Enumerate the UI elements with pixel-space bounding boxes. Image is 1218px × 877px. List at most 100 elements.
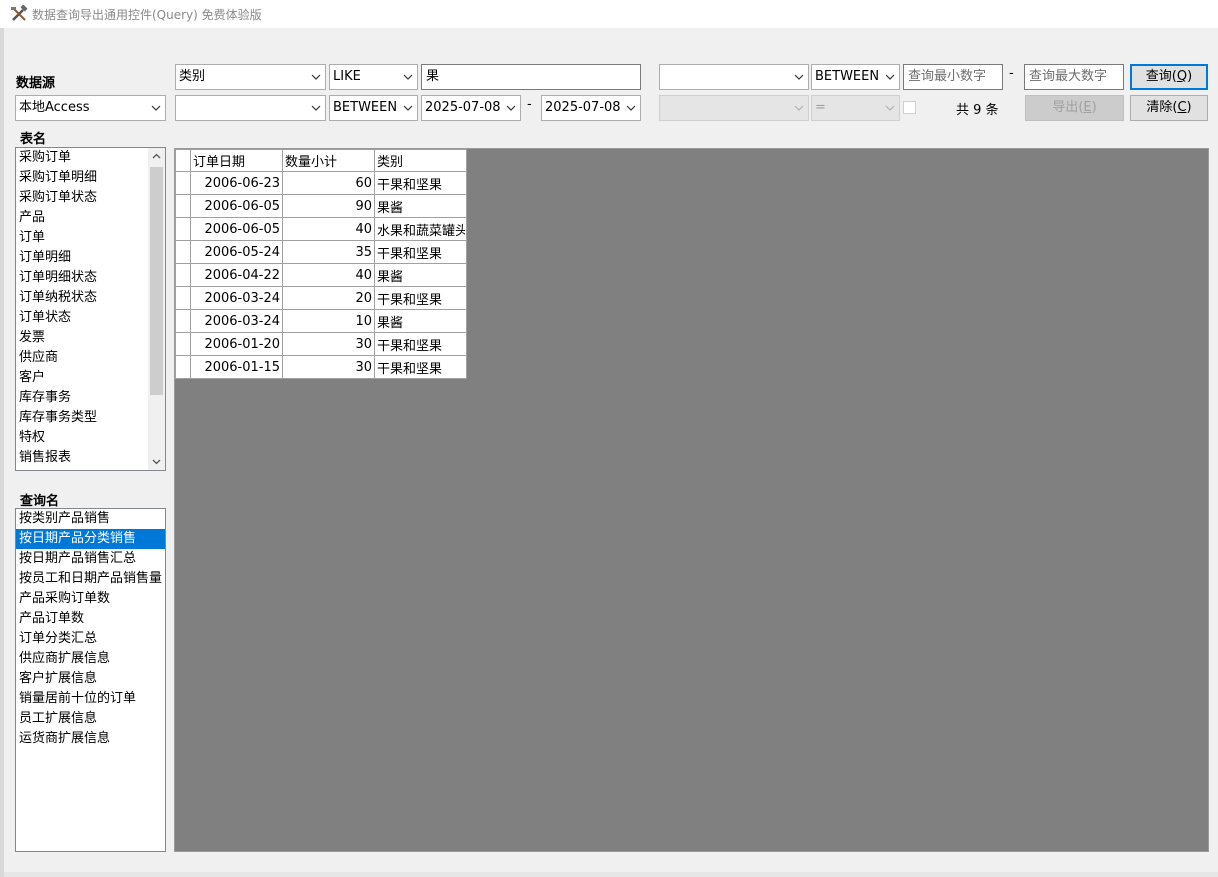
cell-date[interactable]: 2006-01-20: [190, 332, 283, 356]
table-row[interactable]: 2006-01-20 30 干果和坚果: [175, 332, 467, 356]
table-row[interactable]: 2006-06-05 40 水果和蔬菜罐头: [175, 217, 467, 241]
query-list-item[interactable]: 按类别产品销售: [16, 509, 165, 529]
cell-date[interactable]: 2006-06-23: [190, 171, 283, 195]
filter1-operator-select[interactable]: LIKE: [329, 64, 418, 90]
query-listbox[interactable]: 按类别产品销售 按日期产品分类销售 按日期产品销售汇总 按员工和日期产品销售量 产品采购…: [15, 508, 166, 852]
filter3-max-input[interactable]: 查询最大数字: [1024, 64, 1124, 90]
cell-date[interactable]: 2006-06-05: [190, 217, 283, 241]
row-header[interactable]: [175, 263, 191, 287]
table-listbox[interactable]: 采购订单 采购订单明细 采购订单状态 产品 订单 订单明细 订单明细状态 订单纳税状态 订单状态…: [15, 147, 166, 471]
filter4-field-select[interactable]: [659, 95, 809, 121]
cell-category[interactable]: 果酱: [374, 309, 467, 333]
query-list-item[interactable]: 客户扩展信息: [16, 669, 165, 689]
table-list-item[interactable]: 采购订单明细: [16, 168, 165, 188]
cell-qty[interactable]: 30: [282, 332, 375, 356]
row-header[interactable]: [175, 171, 191, 195]
table-list-item[interactable]: 供应商: [16, 348, 165, 368]
table-list-item[interactable]: 订单: [16, 228, 165, 248]
row-header[interactable]: [175, 309, 191, 333]
table-row[interactable]: 2006-01-15 30 干果和坚果: [175, 355, 467, 379]
filter2-date-from-picker[interactable]: 2025-07-08: [421, 95, 521, 121]
filter1-value-input[interactable]: 果: [421, 64, 641, 90]
filter2-operator-select[interactable]: BETWEEN: [329, 95, 418, 121]
scroll-down-icon[interactable]: [148, 453, 165, 470]
table-list-item[interactable]: 客户: [16, 368, 165, 388]
table-list-item[interactable]: 产品: [16, 208, 165, 228]
table-list-item[interactable]: 库存事务: [16, 388, 165, 408]
table-row[interactable]: 2006-06-23 60 干果和坚果: [175, 171, 467, 195]
cell-category[interactable]: 干果和坚果: [374, 171, 467, 195]
cell-category[interactable]: 干果和坚果: [374, 240, 467, 264]
scroll-up-icon[interactable]: [148, 148, 165, 165]
table-list-item[interactable]: 订单明细: [16, 248, 165, 268]
query-list-item[interactable]: 供应商扩展信息: [16, 649, 165, 669]
filter4-checkbox[interactable]: [903, 101, 916, 114]
table-list-item[interactable]: 发票: [16, 328, 165, 348]
filter2-field-select[interactable]: [175, 95, 326, 121]
query-button[interactable]: 查询(Q): [1130, 64, 1208, 90]
column-header-date[interactable]: 订单日期: [190, 149, 283, 172]
grid-corner-header[interactable]: [175, 149, 191, 172]
table-list-item[interactable]: 销售报表: [16, 448, 165, 468]
table-list-item[interactable]: 订单明细状态: [16, 268, 165, 288]
query-list-item[interactable]: 运货商扩展信息: [16, 729, 165, 749]
query-list-item[interactable]: 按日期产品分类销售: [16, 529, 165, 549]
filter3-min-input[interactable]: 查询最小数字: [903, 64, 1003, 90]
cell-qty[interactable]: 40: [282, 217, 375, 241]
table-row[interactable]: 2006-05-24 35 干果和坚果: [175, 240, 467, 264]
table-list-item[interactable]: 采购订单状态: [16, 188, 165, 208]
cell-qty[interactable]: 30: [282, 355, 375, 379]
results-grid[interactable]: 订单日期 数量小计 类别 2006-06-23 60 干果和坚果 2006-06-05…: [174, 148, 1209, 852]
cell-date[interactable]: 2006-04-22: [190, 263, 283, 287]
cell-qty[interactable]: 20: [282, 286, 375, 310]
table-row[interactable]: 2006-06-05 90 果酱: [175, 194, 467, 218]
export-button[interactable]: 导出(E): [1025, 95, 1124, 121]
row-header[interactable]: [175, 332, 191, 356]
query-list-item[interactable]: 销量居前十位的订单: [16, 689, 165, 709]
cell-category[interactable]: 干果和坚果: [374, 332, 467, 356]
cell-qty[interactable]: 10: [282, 309, 375, 333]
datasource-select[interactable]: 本地Access: [15, 95, 166, 121]
row-header[interactable]: [175, 217, 191, 241]
cell-qty[interactable]: 90: [282, 194, 375, 218]
cell-date[interactable]: 2006-06-05: [190, 194, 283, 218]
table-row[interactable]: 2006-04-22 40 果酱: [175, 263, 467, 287]
column-header-category[interactable]: 类别: [374, 149, 467, 172]
table-list-item[interactable]: 订单纳税状态: [16, 288, 165, 308]
table-list-item[interactable]: 库存事务类型: [16, 408, 165, 428]
scrollbar-thumb[interactable]: [150, 167, 163, 395]
filter2-date-to-picker[interactable]: 2025-07-08: [541, 95, 641, 121]
query-list-item[interactable]: 产品订单数: [16, 609, 165, 629]
cell-category[interactable]: 果酱: [374, 194, 467, 218]
cell-category[interactable]: 果酱: [374, 263, 467, 287]
cell-date[interactable]: 2006-03-24: [190, 309, 283, 333]
table-row[interactable]: 2006-03-24 10 果酱: [175, 309, 467, 333]
table-row[interactable]: 2006-03-24 20 干果和坚果: [175, 286, 467, 310]
query-list-item[interactable]: 员工扩展信息: [16, 709, 165, 729]
table-list-item[interactable]: 特权: [16, 428, 165, 448]
cell-category[interactable]: 水果和蔬菜罐头: [374, 217, 467, 241]
row-header[interactable]: [175, 286, 191, 310]
filter4-operator-select[interactable]: =: [811, 95, 900, 121]
filter3-operator-select[interactable]: BETWEEN: [811, 64, 900, 90]
column-header-qty[interactable]: 数量小计: [282, 149, 375, 172]
query-list-item[interactable]: 按日期产品销售汇总: [16, 549, 165, 569]
cell-date[interactable]: 2006-03-24: [190, 286, 283, 310]
filter3-field-select[interactable]: [659, 64, 809, 90]
table-list-scrollbar[interactable]: [148, 148, 165, 470]
row-header[interactable]: [175, 194, 191, 218]
cell-category[interactable]: 干果和坚果: [374, 355, 467, 379]
query-list-item[interactable]: 订单分类汇总: [16, 629, 165, 649]
clear-button[interactable]: 清除(C): [1130, 95, 1208, 121]
query-list-item[interactable]: 产品采购订单数: [16, 589, 165, 609]
table-list-item[interactable]: 订单状态: [16, 308, 165, 328]
cell-qty[interactable]: 35: [282, 240, 375, 264]
cell-date[interactable]: 2006-01-15: [190, 355, 283, 379]
cell-qty[interactable]: 40: [282, 263, 375, 287]
cell-qty[interactable]: 60: [282, 171, 375, 195]
cell-category[interactable]: 干果和坚果: [374, 286, 467, 310]
row-header[interactable]: [175, 240, 191, 264]
cell-date[interactable]: 2006-05-24: [190, 240, 283, 264]
row-header[interactable]: [175, 355, 191, 379]
table-list-item[interactable]: 采购订单: [16, 148, 165, 168]
